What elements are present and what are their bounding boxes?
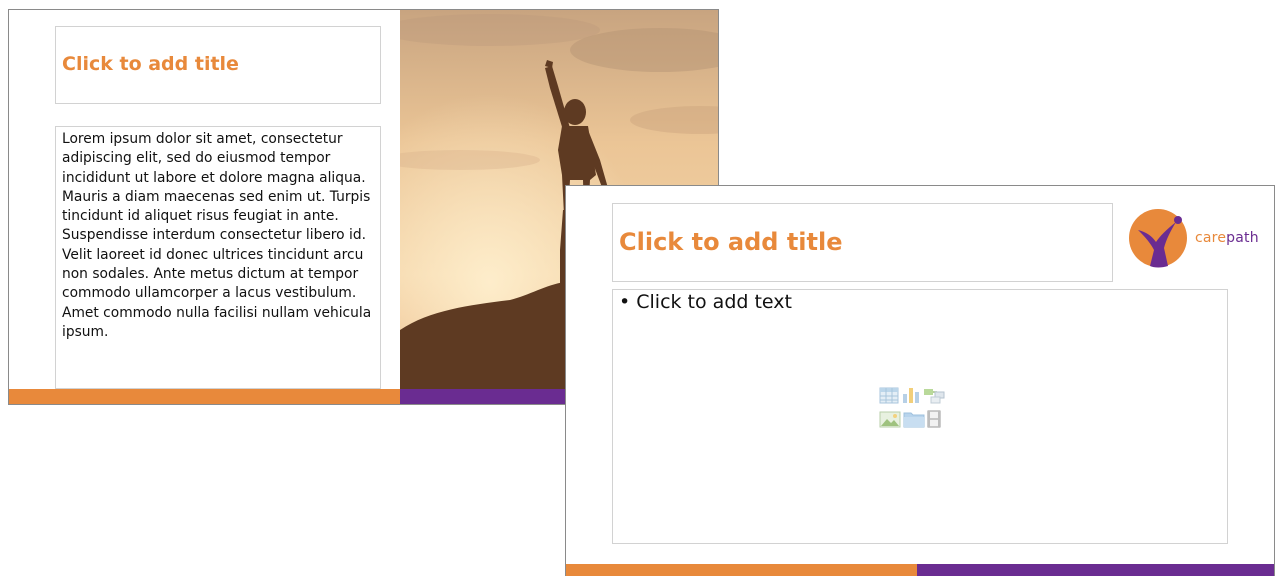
insert-content-icons: [879, 386, 945, 446]
title-placeholder[interactable]: Click to add title: [612, 203, 1113, 282]
body-text: Lorem ipsum dolor sit amet, consectetur …: [62, 131, 372, 340]
title-placeholder-text: Click to add title: [619, 228, 843, 256]
logo-text-path: path: [1226, 230, 1259, 246]
insert-folder-icon[interactable]: [903, 410, 925, 428]
insert-video-icon[interactable]: [927, 410, 941, 428]
logo-text-care: care: [1195, 230, 1227, 246]
carepath-logo-text: carepath: [1195, 230, 1259, 246]
footer-bar-orange: [9, 389, 400, 404]
insert-smartart-icon[interactable]: [923, 386, 945, 404]
footer-bar-purple: [917, 564, 1274, 576]
footer-bar-orange: [566, 564, 917, 576]
content-placeholder[interactable]: • Click to add text: [612, 289, 1228, 544]
insert-table-icon[interactable]: [879, 386, 899, 404]
title-placeholder[interactable]: Click to add title: [55, 26, 381, 104]
slide-2[interactable]: Click to add title carepath • Click to a…: [565, 185, 1275, 576]
content-placeholder-text: • Click to add text: [619, 291, 792, 313]
carepath-logo: carepath: [1128, 208, 1260, 272]
title-placeholder-text: Click to add title: [62, 53, 239, 75]
insert-picture-icon[interactable]: [879, 410, 901, 428]
carepath-logo-icon: [1129, 209, 1187, 268]
insert-chart-icon[interactable]: [901, 386, 921, 404]
body-text-box[interactable]: Lorem ipsum dolor sit amet, consectetur …: [55, 126, 381, 389]
